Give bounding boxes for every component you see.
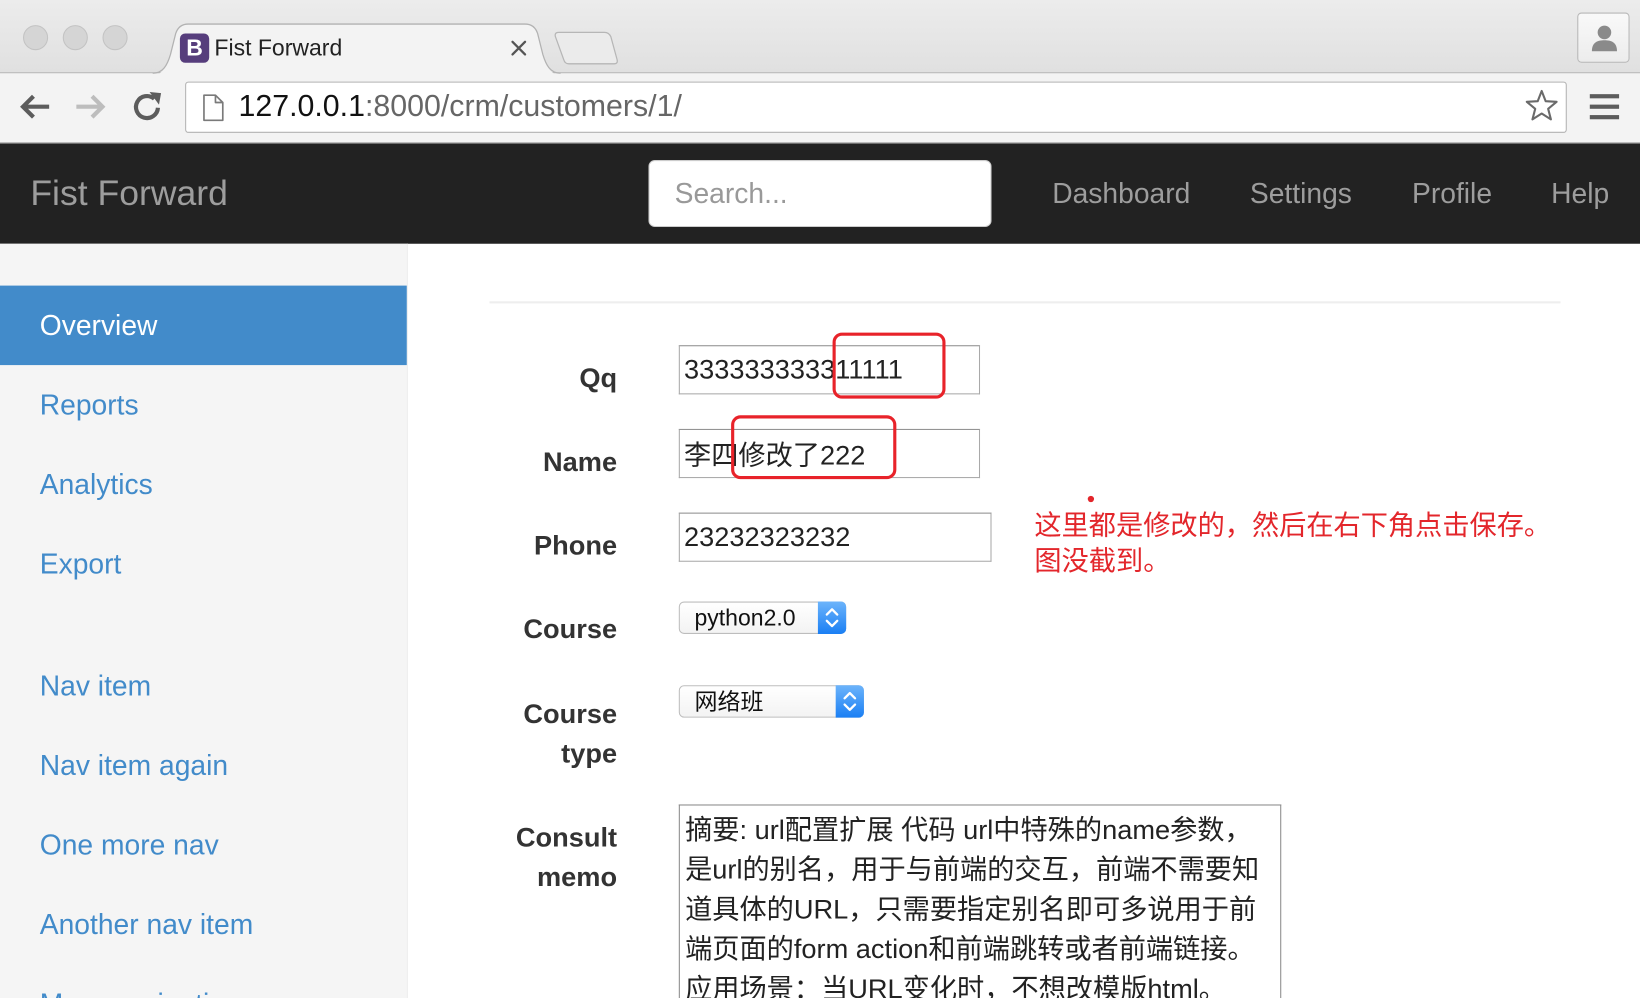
sidebar-item-analytics[interactable]: Analytics [0, 445, 407, 525]
phone-input[interactable] [678, 512, 992, 562]
sidebar-item-one-more-nav[interactable]: One more nav [0, 806, 407, 886]
course-select[interactable]: python2.0 [678, 601, 847, 634]
section-divider [489, 301, 1561, 304]
annotation-dot [1087, 495, 1095, 503]
favicon-icon: B [179, 33, 210, 63]
top-navbar: Fist Forward Dashboard Settings Profile … [0, 143, 1640, 244]
sidebar-item-reports[interactable]: Reports [0, 365, 407, 445]
sidebar-item-nav-item-again[interactable]: Nav item again [0, 726, 407, 806]
browser-window: B Fist Forward 127.0.0.1:8000/crm/custom… [0, 0, 1640, 998]
sidebar-item-overview[interactable]: Overview [0, 285, 407, 366]
select-stepper-icon [817, 601, 847, 634]
back-arrow-icon[interactable] [15, 86, 57, 128]
sidebar-item-nav-item[interactable]: Nav item [0, 647, 407, 727]
address-bar[interactable]: 127.0.0.1:8000/crm/customers/1/ [185, 81, 1567, 133]
course-selected-value: python2.0 [694, 604, 796, 631]
sidebar-primary-nav: Overview Reports Analytics Export [0, 285, 407, 604]
sidebar-item-another-nav-item[interactable]: Another nav item [0, 885, 407, 965]
annotation-note: 这里都是修改的，然后在右下角点击保存。图没截到。 [1034, 509, 1552, 577]
browser-toolbar: 127.0.0.1:8000/crm/customers/1/ [0, 72, 1640, 144]
list-item: More navigation [0, 965, 407, 998]
consult-memo-label: Consult memo [515, 821, 618, 893]
qq-input[interactable] [678, 345, 981, 395]
url-host: 127.0.0.1 [238, 89, 365, 124]
course-label: Course [523, 613, 618, 645]
reload-icon[interactable] [127, 86, 169, 128]
search-input[interactable] [648, 160, 992, 228]
tab-title: Fist Forward [214, 34, 343, 61]
navbar-brand[interactable]: Fist Forward [30, 143, 228, 243]
nav-link-dashboard[interactable]: Dashboard [1052, 143, 1190, 243]
sidebar-item-more-navigation[interactable]: More navigation [0, 965, 407, 998]
url-path: :8000/crm/customers/1/ [364, 89, 682, 124]
tab-strip: B Fist Forward [0, 0, 1640, 76]
course-type-label: Course type [523, 697, 618, 769]
phone-label: Phone [533, 529, 618, 561]
list-item: Nav item [0, 647, 407, 727]
forward-arrow-icon[interactable] [69, 86, 111, 128]
star-icon[interactable] [1523, 88, 1561, 126]
consult-memo-textarea[interactable]: 摘要: url配置扩展 代码 url中特殊的name参数，是url的别名，用于与… [678, 804, 1282, 998]
name-input[interactable] [678, 428, 981, 479]
nav-link-help[interactable]: Help [1551, 143, 1609, 243]
course-type-selected-value: 网络班 [694, 688, 764, 715]
sidebar-secondary-nav: Nav item Nav item again One more nav Ano… [0, 647, 407, 998]
page-icon [203, 94, 224, 122]
name-label: Name [543, 445, 618, 478]
list-item: One more nav [0, 806, 407, 886]
qq-label: Qq [579, 361, 618, 394]
list-item: Overview [0, 285, 407, 366]
select-stepper-icon [835, 685, 864, 718]
list-item: Nav item again [0, 726, 407, 806]
browser-tab[interactable]: B Fist Forward [155, 24, 552, 73]
course-type-select[interactable]: 网络班 [678, 685, 864, 718]
sidebar: Overview Reports Analytics Export Nav it… [0, 243, 408, 998]
menu-icon[interactable] [1588, 92, 1621, 123]
sidebar-item-export[interactable]: Export [0, 524, 407, 604]
close-icon[interactable] [509, 39, 528, 58]
list-item: Reports [0, 365, 407, 445]
list-item: Analytics [0, 445, 407, 525]
list-item: Export [0, 524, 407, 604]
nav-link-settings[interactable]: Settings [1250, 143, 1352, 243]
list-item: Another nav item [0, 885, 407, 965]
url-text: 127.0.0.1:8000/crm/customers/1/ [238, 83, 681, 132]
nav-link-profile[interactable]: Profile [1412, 143, 1492, 243]
